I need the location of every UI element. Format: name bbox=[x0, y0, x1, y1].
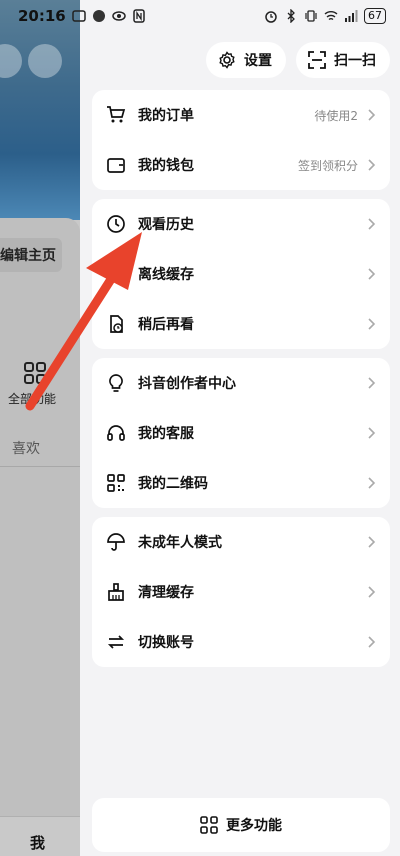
app-icon bbox=[92, 10, 105, 22]
side-drawer: 设置 扫一扫 我的订单 待使用2 我的钱包 签到领积分 观看历史 离线缓存 稍后… bbox=[80, 0, 400, 856]
qrcode-icon bbox=[107, 474, 125, 492]
nfc-icon bbox=[133, 9, 145, 23]
battery-indicator: 67 bbox=[364, 8, 386, 24]
menu-item-label: 我的二维码 bbox=[138, 476, 208, 492]
status-time: 20:16 bbox=[18, 7, 66, 25]
chevron-right-icon bbox=[368, 586, 376, 598]
vibrate-icon bbox=[305, 10, 317, 22]
menu-item-extra: 签到领积分 bbox=[297, 158, 358, 173]
eye-icon bbox=[112, 11, 126, 21]
menu-item-extra: 待使用2 bbox=[314, 108, 358, 123]
chevron-right-icon bbox=[368, 636, 376, 648]
scan-icon bbox=[308, 51, 326, 69]
tab-likes[interactable]: 喜欢 bbox=[12, 438, 40, 458]
menu-item-label: 抖音创作者中心 bbox=[138, 376, 236, 392]
divider bbox=[0, 466, 80, 467]
all-functions-label[interactable]: 全部功能 bbox=[8, 390, 56, 407]
menu-item-watch-history[interactable]: 观看历史 bbox=[92, 199, 390, 249]
menu-item-switch-account[interactable]: 切换账号 bbox=[92, 617, 390, 667]
menu-item-label: 未成年人模式 bbox=[138, 535, 222, 551]
menu-group-history: 观看历史 离线缓存 稍后再看 bbox=[92, 199, 390, 349]
grid-icon bbox=[24, 362, 46, 384]
menu-item-creator-center[interactable]: 抖音创作者中心 bbox=[92, 358, 390, 408]
cart-icon bbox=[107, 106, 126, 123]
scan-button[interactable]: 扫一扫 bbox=[296, 42, 390, 78]
menu-item-label: 我的客服 bbox=[138, 426, 194, 442]
chevron-right-icon bbox=[368, 477, 376, 489]
menu-item-label: 离线缓存 bbox=[138, 267, 194, 283]
grid-icon bbox=[200, 816, 218, 834]
menu-item-label: 清理缓存 bbox=[138, 585, 194, 601]
menu-item-label: 切换账号 bbox=[138, 635, 194, 651]
menu-item-offline-cache[interactable]: 离线缓存 bbox=[92, 249, 390, 299]
status-bar: 20:16 67 bbox=[0, 0, 400, 32]
menu-item-label: 稍后再看 bbox=[138, 317, 194, 333]
signal-icon bbox=[345, 10, 358, 22]
notification-icon bbox=[72, 10, 86, 22]
more-functions-label: 更多功能 bbox=[226, 818, 282, 834]
menu-item-wallet[interactable]: 我的钱包 签到领积分 bbox=[92, 140, 390, 190]
switch-icon bbox=[107, 635, 125, 649]
menu-item-label: 我的钱包 bbox=[138, 158, 194, 174]
menu-item-clear-cache[interactable]: 清理缓存 bbox=[92, 567, 390, 617]
chevron-right-icon bbox=[368, 377, 376, 389]
menu-icon[interactable] bbox=[28, 44, 62, 78]
wallet-icon bbox=[107, 158, 125, 173]
umbrella-icon bbox=[107, 533, 125, 551]
menu-item-watch-later[interactable]: 稍后再看 bbox=[92, 299, 390, 349]
chevron-right-icon bbox=[368, 427, 376, 439]
menu-group-services: 抖音创作者中心 我的客服 我的二维码 bbox=[92, 358, 390, 508]
menu-item-qrcode[interactable]: 我的二维码 bbox=[92, 458, 390, 508]
chevron-right-icon bbox=[368, 218, 376, 230]
edit-profile-button[interactable]: 编辑主页 bbox=[0, 238, 62, 272]
download-icon bbox=[109, 267, 123, 282]
headset-icon bbox=[107, 425, 125, 441]
chevron-right-icon bbox=[368, 268, 376, 280]
bluetooth-icon bbox=[287, 9, 295, 23]
scan-label: 扫一扫 bbox=[334, 53, 376, 69]
gear-icon bbox=[219, 51, 235, 69]
profile-cover bbox=[0, 0, 80, 220]
alarm-icon bbox=[265, 11, 277, 23]
wifi-icon bbox=[324, 11, 338, 21]
settings-label: 设置 bbox=[244, 53, 272, 69]
lightbulb-icon bbox=[109, 374, 123, 392]
menu-group-account: 未成年人模式 清理缓存 切换账号 bbox=[92, 517, 390, 667]
menu-group-orders: 我的订单 待使用2 我的钱包 签到领积分 bbox=[92, 90, 390, 190]
settings-button[interactable]: 设置 bbox=[206, 42, 286, 78]
chevron-right-icon bbox=[368, 159, 376, 171]
chevron-right-icon bbox=[368, 318, 376, 330]
menu-item-orders[interactable]: 我的订单 待使用2 bbox=[92, 90, 390, 140]
tab-me[interactable]: 我 bbox=[30, 832, 45, 853]
menu-item-label: 观看历史 bbox=[138, 217, 194, 233]
clock-icon bbox=[107, 215, 125, 233]
background-page: 编辑主页 全部功能 喜欢 我 bbox=[0, 0, 80, 856]
menu-item-minor-mode[interactable]: 未成年人模式 bbox=[92, 517, 390, 567]
broom-icon bbox=[108, 583, 124, 601]
more-functions-button[interactable]: 更多功能 bbox=[92, 798, 390, 852]
menu-item-customer-service[interactable]: 我的客服 bbox=[92, 408, 390, 458]
chevron-right-icon bbox=[368, 109, 376, 121]
watch-later-icon bbox=[110, 315, 123, 333]
chevron-right-icon bbox=[368, 536, 376, 548]
menu-item-label: 我的订单 bbox=[138, 108, 194, 124]
profile-panel bbox=[0, 218, 80, 818]
